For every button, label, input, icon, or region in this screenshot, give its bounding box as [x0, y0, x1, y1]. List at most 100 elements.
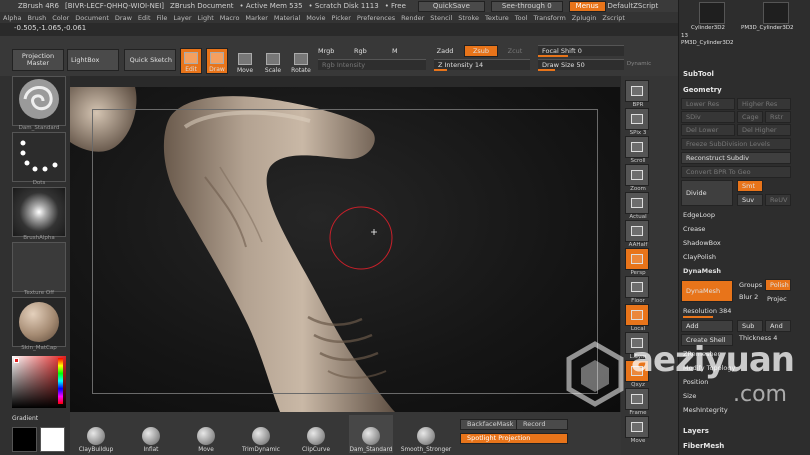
dynamic-button[interactable]: Dynamic — [624, 59, 654, 70]
menu-file[interactable]: File — [157, 14, 168, 22]
menu-transform[interactable]: Transform — [533, 14, 565, 22]
menu-stencil[interactable]: Stencil — [430, 14, 452, 22]
brush-smooth-stronger[interactable]: Smooth_Stronger — [401, 415, 451, 453]
backface-mask-button[interactable]: BackfaceMask — [460, 419, 518, 430]
main-color-swatch[interactable] — [12, 427, 37, 452]
menu-alpha[interactable]: Alpha — [3, 14, 21, 22]
color-picker[interactable] — [12, 356, 66, 408]
geometry-header[interactable]: Geometry — [683, 86, 722, 94]
and-button[interactable]: And — [765, 320, 791, 332]
brush-claybuildup[interactable]: ClayBuildup — [74, 415, 118, 453]
subtool-header[interactable]: SubTool — [683, 70, 714, 78]
hue-strip[interactable] — [58, 358, 63, 404]
zsub-button[interactable]: Zsub — [464, 45, 498, 57]
del-higher-button[interactable]: Del Higher — [737, 124, 791, 136]
higher-res-button[interactable]: Higher Res — [737, 98, 791, 110]
smt-toggle[interactable]: Smt — [737, 180, 763, 192]
rotate-mode-button[interactable]: Rotate — [290, 48, 312, 74]
local-button[interactable] — [625, 304, 649, 326]
menu-document[interactable]: Document — [75, 14, 109, 22]
menu-marker[interactable]: Marker — [245, 14, 267, 22]
move-view-button[interactable] — [625, 416, 649, 438]
secondary-color-swatch[interactable] — [40, 427, 65, 452]
brush-clipcurve[interactable]: ClipCurve — [294, 415, 338, 453]
menu-preferences[interactable]: Preferences — [357, 14, 395, 22]
material-selector[interactable] — [12, 297, 66, 347]
aahalf-button[interactable] — [625, 220, 649, 242]
menu-picker[interactable]: Picker — [332, 14, 351, 22]
menu-brush[interactable]: Brush — [27, 14, 46, 22]
floor-button[interactable] — [625, 276, 649, 298]
default-zscript[interactable]: DefaultZScript — [608, 2, 659, 10]
draw-size-slider[interactable]: Draw Size 50 — [538, 59, 624, 71]
brush-trimdynamic[interactable]: TrimDynamic — [239, 415, 283, 453]
lower-res-button[interactable]: Lower Res — [681, 98, 735, 110]
menu-texture[interactable]: Texture — [485, 14, 509, 22]
crease-header[interactable]: Crease — [683, 225, 705, 233]
sub-button[interactable]: Sub — [737, 320, 763, 332]
actual-button[interactable] — [625, 192, 649, 214]
scale-mode-button[interactable]: Scale — [262, 48, 284, 74]
brush-selector[interactable] — [12, 76, 66, 126]
stroke-selector[interactable] — [12, 132, 66, 182]
focal-shift-slider[interactable]: Focal Shift 0 — [538, 45, 624, 57]
brush-move[interactable]: Move — [184, 415, 228, 453]
claypolish-header[interactable]: ClayPolish — [683, 253, 716, 261]
cage-button[interactable]: Cage — [737, 111, 763, 123]
z-intensity-slider[interactable]: Z Intensity 14 — [434, 59, 530, 71]
project-toggle[interactable]: Projec — [767, 295, 787, 303]
menu-movie[interactable]: Movie — [306, 14, 325, 22]
m-button[interactable]: M — [392, 45, 412, 57]
sdiv-slider[interactable]: SDiv — [681, 111, 735, 123]
menu-stroke[interactable]: Stroke — [458, 14, 479, 22]
edgeloop-header[interactable]: EdgeLoop — [683, 211, 715, 219]
brush-dam-standard[interactable]: Dam_Standard — [349, 415, 393, 453]
edit-mode-button[interactable]: Edit — [180, 48, 202, 74]
bpr-button[interactable] — [625, 80, 649, 102]
groups-toggle[interactable]: Groups — [739, 281, 762, 289]
spotlight-projection-button[interactable]: Spotlight Projection — [460, 433, 568, 444]
lightbox-button[interactable]: LightBox — [67, 49, 119, 71]
draw-mode-button[interactable]: Draw — [206, 48, 228, 74]
dynamesh-button[interactable]: DynaMesh — [681, 280, 733, 302]
dynamesh-header[interactable]: DynaMesh — [683, 267, 721, 275]
brush-inflat[interactable]: Inflat — [129, 415, 173, 453]
zcut-button[interactable]: Zcut — [500, 45, 530, 57]
see-through-slider[interactable]: See-through 0 — [490, 0, 563, 12]
fibermesh-header[interactable]: FiberMesh — [683, 442, 724, 450]
menu-color[interactable]: Color — [52, 14, 69, 22]
projection-master-button[interactable]: Projection Master — [12, 49, 64, 71]
rgb-button[interactable]: Rgb — [354, 45, 390, 57]
rgb-intensity-slider[interactable]: Rgb Intensity — [318, 59, 426, 70]
menu-zscript[interactable]: Zscript — [602, 14, 625, 22]
mrgb-button[interactable]: Mrgb — [318, 45, 354, 57]
menu-material[interactable]: Material — [274, 14, 300, 22]
menu-tool[interactable]: Tool — [515, 14, 528, 22]
quicksave-button[interactable]: QuickSave — [417, 0, 485, 12]
polish-toggle[interactable]: Polish — [765, 279, 791, 291]
menus-button[interactable]: Menus — [568, 0, 606, 12]
add-button[interactable]: Add — [681, 320, 733, 332]
move-mode-button[interactable]: Move — [234, 48, 256, 74]
convert-bpr-button[interactable]: Convert BPR To Geo — [681, 166, 791, 178]
zadd-button[interactable]: Zadd — [428, 45, 462, 57]
reconstruct-subdiv-button[interactable]: Reconstruct Subdiv — [681, 152, 791, 164]
menu-draw[interactable]: Draw — [115, 14, 132, 22]
menu-edit[interactable]: Edit — [138, 14, 151, 22]
scroll-button[interactable] — [625, 136, 649, 158]
shadowbox-header[interactable]: ShadowBox — [683, 239, 721, 247]
layers-header[interactable]: Layers — [683, 427, 709, 435]
record-button[interactable]: Record — [516, 419, 568, 430]
freeze-subdiv-button[interactable]: Freeze SubDivision Levels — [681, 138, 791, 150]
divide-button[interactable]: Divide — [681, 180, 733, 206]
rstr-button[interactable]: Rstr — [765, 111, 791, 123]
menu-render[interactable]: Render — [401, 14, 424, 22]
texture-selector[interactable] — [12, 242, 66, 292]
viewport-canvas[interactable] — [70, 87, 620, 412]
quick-sketch-button[interactable]: Quick Sketch — [124, 49, 176, 71]
resolution-slider[interactable]: Resolution 384 — [683, 307, 731, 315]
del-lower-button[interactable]: Del Lower — [681, 124, 735, 136]
menu-zplugin[interactable]: Zplugin — [572, 14, 597, 22]
menu-layer[interactable]: Layer — [173, 14, 191, 22]
menu-macro[interactable]: Macro — [220, 14, 240, 22]
